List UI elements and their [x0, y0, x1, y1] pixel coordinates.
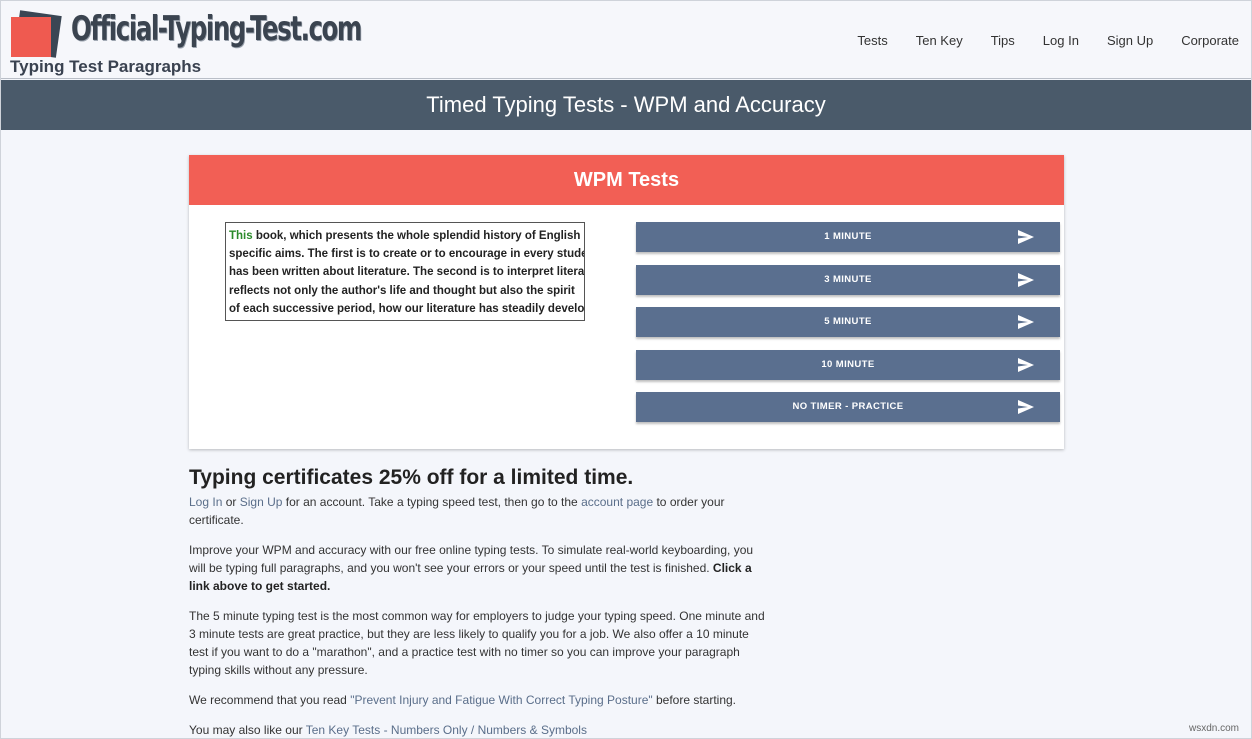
posture-paragraph: We recommend that you read "Prevent Inju… — [189, 691, 769, 709]
button-label: 1 MINUTE — [824, 231, 872, 242]
send-icon — [1018, 357, 1034, 372]
text-or: or — [222, 495, 240, 509]
test-button-no-timer[interactable]: NO TIMER - PRACTICE — [636, 392, 1060, 422]
test-button-10-minute[interactable]: 10 MINUTE — [636, 349, 1060, 380]
highlighted-word: This — [229, 230, 253, 242]
site-logo-text[interactable]: Official-Typing-Test.com — [71, 9, 362, 49]
send-icon — [1018, 315, 1034, 329]
account-page-link[interactable]: account page — [581, 495, 653, 509]
logo-icon[interactable] — [9, 10, 62, 58]
test-button-1-minute[interactable]: 1 MINUTE — [636, 222, 1060, 252]
send-icon — [1018, 272, 1034, 287]
page-banner-title: Timed Typing Tests - WPM and Accuracy — [1, 80, 1251, 130]
main-nav: Tests Ten Key Tips Log In Sign Up Corpor… — [829, 33, 1239, 48]
sample-line-3: has been written about literature. The s… — [229, 266, 585, 279]
wpm-tests-card: WPM Tests This book, which presents the … — [189, 155, 1064, 449]
posture-post: before starting. — [652, 693, 737, 707]
intro-text: Improve your WPM and accuracy with our f… — [189, 543, 754, 575]
sample-line-2: specific aims. The first is to create or… — [229, 248, 585, 261]
nav-ten-key[interactable]: Ten Key — [916, 33, 963, 48]
sample-line-5: of each successive period, how our liter… — [229, 302, 585, 315]
card-title: WPM Tests — [189, 155, 1064, 205]
test-button-3-minute[interactable]: 3 MINUTE — [636, 264, 1060, 295]
ten-key-paragraph: You may also like our Ten Key Tests - Nu… — [189, 721, 769, 739]
test-button-5-minute[interactable]: 5 MINUTE — [636, 307, 1060, 337]
main-content: Typing certificates 25% off for a limite… — [189, 465, 769, 739]
text-mid: for an account. Take a typing speed test… — [282, 495, 582, 509]
button-label: 3 MINUTE — [824, 273, 872, 285]
send-icon — [1018, 400, 1034, 414]
button-label: NO TIMER - PRACTICE — [792, 401, 904, 412]
nav-tests[interactable]: Tests — [857, 33, 887, 48]
log-in-link[interactable]: Log In — [189, 495, 222, 509]
five-minute-paragraph: The 5 minute typing test is the most com… — [189, 609, 765, 677]
send-icon — [1018, 230, 1034, 244]
sign-up-link[interactable]: Sign Up — [240, 495, 283, 509]
sample-line-4: reflects not only the author's life and … — [229, 284, 575, 297]
nav-tips[interactable]: Tips — [991, 33, 1015, 48]
posture-pre: We recommend that you read — [189, 693, 351, 707]
nav-corporate[interactable]: Corporate — [1181, 33, 1239, 48]
ten-key-link[interactable]: Ten Key Tests - Numbers Only / Numbers &… — [306, 723, 587, 737]
test-buttons: 1 MINUTE 3 MINUTE 5 MINUTE 10 MINUTE NO … — [636, 222, 1060, 435]
promo-title: Typing certificates 25% off for a limite… — [189, 466, 634, 489]
site-subtitle: Typing Test Paragraphs — [10, 57, 202, 76]
sample-paragraph: This book, which presents the whole sple… — [225, 222, 585, 321]
nav-sign-up[interactable]: Sign Up — [1107, 33, 1153, 48]
nav-log-in[interactable]: Log In — [1043, 33, 1079, 48]
intro-paragraph: Improve your WPM and accuracy with our f… — [189, 541, 769, 595]
button-label: 5 MINUTE — [824, 316, 872, 327]
ten-key-pre: You may also like our — [189, 723, 306, 737]
sample-line-1: book, which presents the whole splendid … — [252, 230, 581, 242]
button-label: 10 MINUTE — [821, 358, 875, 370]
certificate-paragraph: Log In or Sign Up for an account. Take a… — [189, 493, 769, 529]
posture-link[interactable]: "Prevent Injury and Fatigue With Correct… — [350, 693, 652, 707]
site-header: Official-Typing-Test.com Typing Test Par… — [1, 1, 1251, 79]
watermark: wsxdn.com — [1188, 723, 1239, 734]
